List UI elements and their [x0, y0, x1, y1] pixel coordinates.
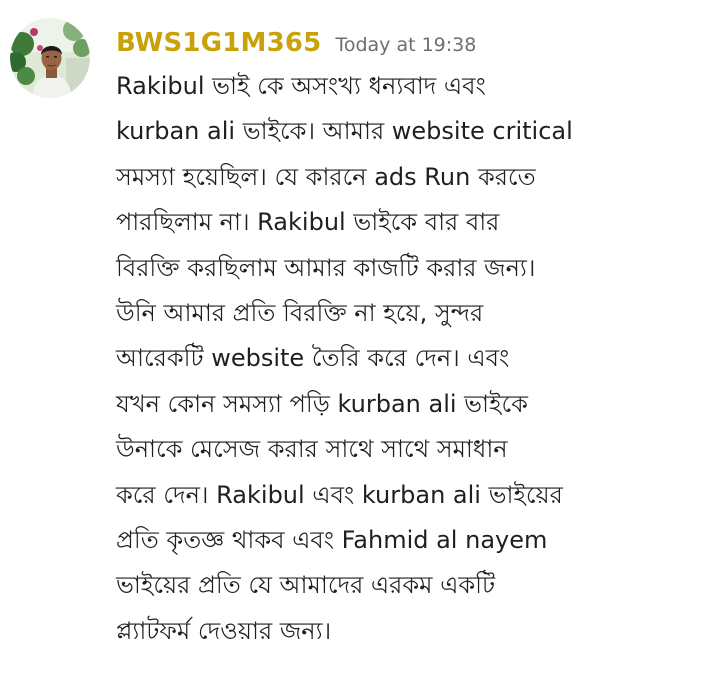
message-line: Rakibul ভাই কে অসংখ্য ধন্যবাদ এবং	[116, 72, 486, 100]
message-line: kurban ali ভাইকে। আমার website critical	[116, 117, 573, 146]
timestamp: Today at 19:38	[335, 34, 477, 56]
message-line: বিরক্তি করছিলাম আমার কাজটি করার জন্য।	[116, 253, 536, 282]
message-line: পারছিলাম না। Rakibul ভাইকে বার বার	[116, 208, 500, 237]
message-line: উনি আমার প্রতি বিরক্তি না হয়ে, সুন্দর	[116, 298, 484, 327]
avatar-photo-icon	[10, 18, 90, 98]
message-line: করে দেন। Rakibul এবং kurban ali ভাইয়ের	[116, 480, 563, 509]
username[interactable]: BWS1G1M365	[116, 28, 321, 58]
message-line: যখন কোন সমস্যা পড়ি kurban ali ভাইকে	[116, 389, 528, 418]
message-line: প্ল্যাটফর্ম দেওয়ার জন্য।	[116, 616, 332, 645]
message-content: Rakibul ভাই কে অসংখ্য ধন্যবাদ এবং kurban…	[116, 64, 701, 654]
message-line: প্রতি কৃতজ্ঞ থাকব এবং Fahmid al nayem	[116, 525, 548, 554]
message-line: আরেকটি website তৈরি করে দেন। এবং	[116, 344, 510, 373]
chat-message: BWS1G1M365 Today at 19:38 Rakibul ভাই কে…	[0, 0, 705, 679]
message-line: সমস্যা হয়েছিল। যে কারনে ads Run করতে	[116, 162, 536, 191]
message-line: ভাইয়ের প্রতি যে আমাদের এরকম একটি	[116, 571, 496, 600]
user-avatar[interactable]	[10, 18, 90, 98]
message-line: উনাকে মেসেজ করার সাথে সাথে সমাধান	[116, 435, 508, 464]
message-header: BWS1G1M365 Today at 19:38	[116, 28, 476, 64]
